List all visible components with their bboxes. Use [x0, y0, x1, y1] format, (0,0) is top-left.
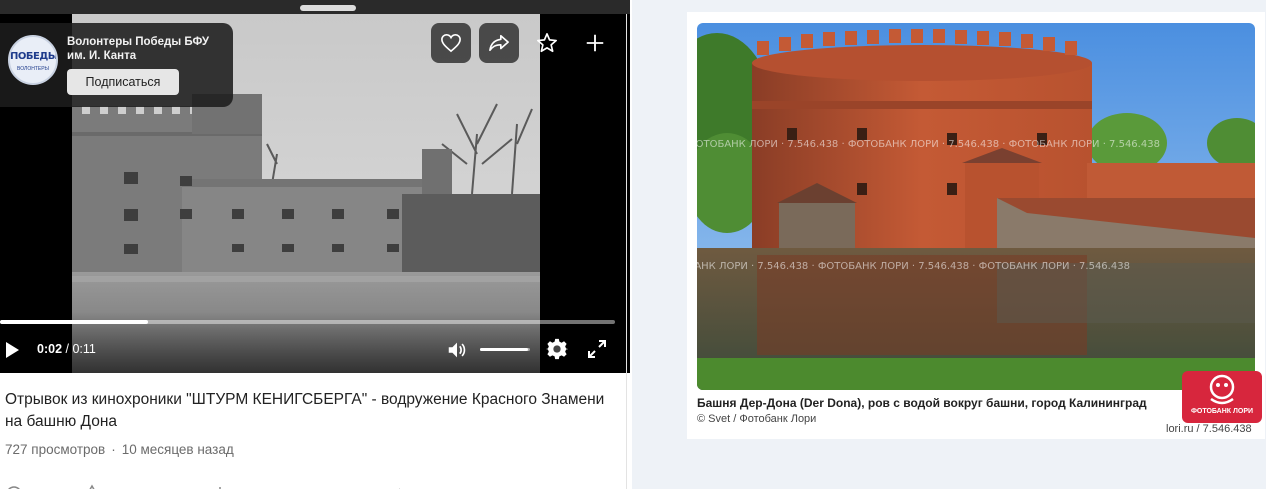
action-row-partial: [0, 480, 630, 489]
photo-caption: Башня Дер-Дона (Der Dona), ров с водой в…: [697, 396, 1147, 410]
like-button[interactable]: [431, 23, 471, 63]
subscribe-button[interactable]: Подписаться: [67, 69, 179, 95]
video-player[interactable]: ПОБЕДЫ ВОЛОНТЕРЫ Волонтеры Победы БФУ им…: [0, 14, 630, 373]
duration: / 0:11: [62, 342, 96, 356]
avatar-logo-subtext: ВОЛОНТЕРЫ: [17, 66, 49, 72]
view-count: 727 просмотров: [5, 442, 106, 457]
bookmark-star-button[interactable]: [527, 23, 567, 63]
fullscreen-icon[interactable]: [587, 339, 607, 359]
top-strip: [0, 0, 630, 14]
meta-separator: ·: [111, 442, 116, 457]
heart-icon: [441, 33, 461, 53]
add-to-playlist-button[interactable]: [575, 23, 615, 63]
star-icon: [537, 33, 557, 53]
share-arrow-icon: [489, 34, 509, 52]
progress-bar[interactable]: [0, 320, 615, 324]
time-display: 0:02 / 0:11: [37, 342, 96, 356]
photo-id[interactable]: lori.ru / 7.546.438: [1166, 423, 1252, 435]
volume-slider[interactable]: [480, 348, 530, 351]
scroll-indicator: [300, 5, 356, 11]
volume-fill: [480, 348, 528, 351]
video-title[interactable]: Отрывок из кинохроники "ШТУРМ КЕНИГСБЕРГ…: [5, 389, 605, 433]
progress-fill: [0, 320, 148, 324]
panel-divider: [626, 14, 627, 489]
lori-logo-badge[interactable]: ФОТОБАНК ЛОРИ: [1182, 371, 1262, 423]
video-meta: 727 просмотров · 10 месяцев назад: [5, 442, 234, 457]
lori-badge-label: ФОТОБАНК ЛОРИ: [1190, 408, 1254, 415]
upload-age: 10 месяцев назад: [121, 442, 234, 457]
watermark-line-1: ФОТОБАНК ЛОРИ · 7.546.438 · ФОТОБАНК ЛОР…: [697, 139, 1160, 150]
current-time: 0:02: [37, 342, 63, 356]
video-panel: ПОБЕДЫ ВОЛОНТЕРЫ Волонтеры Победы БФУ им…: [0, 0, 630, 489]
gear-icon[interactable]: [546, 338, 568, 360]
play-icon[interactable]: [2, 340, 22, 360]
stock-photo[interactable]: ФОТОБАНК ЛОРИ · 7.546.438 · ФОТОБАНК ЛОР…: [697, 23, 1255, 390]
channel-card: ПОБЕДЫ ВОЛОНТЕРЫ Волонтеры Победы БФУ им…: [0, 23, 233, 107]
watermark-line-2: ФОТОБАНК ЛОРИ · 7.546.438 · ФОТОБАНК ЛОР…: [697, 261, 1130, 272]
plus-icon: [586, 34, 604, 52]
share-button[interactable]: [479, 23, 519, 63]
channel-name[interactable]: Волонтеры Победы БФУ им. И. Канта: [67, 35, 227, 63]
avatar-logo-text: ПОБЕДЫ: [10, 51, 58, 62]
photo-credit: © Svet / Фотобанк Лори: [697, 413, 817, 425]
channel-avatar[interactable]: ПОБЕДЫ ВОЛОНТЕРЫ: [8, 35, 58, 85]
lori-mascot-icon: [1209, 374, 1235, 405]
volume-icon[interactable]: [446, 339, 468, 361]
